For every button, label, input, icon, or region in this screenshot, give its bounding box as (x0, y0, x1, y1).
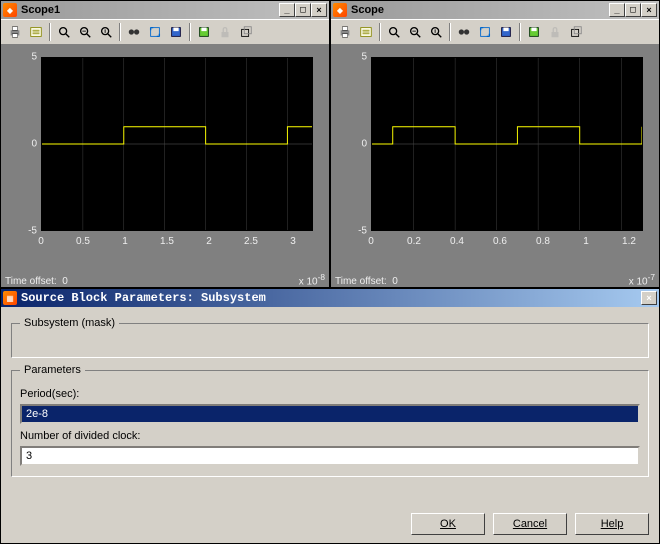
x-exponent: x 10-7 (629, 272, 655, 287)
x-tick: 0.8 (536, 236, 550, 247)
ok-button[interactable]: OK (411, 513, 485, 535)
print-icon[interactable] (5, 22, 25, 42)
y-tick: -5 (9, 226, 37, 237)
close-button[interactable]: × (641, 3, 657, 17)
scope1-plot-area: 5 0 -5 0 0.5 1 1.5 2 2.5 3 Time offset: … (1, 45, 329, 287)
x-tick: 1 (583, 236, 589, 247)
divided-label: Number of divided clock: (20, 430, 640, 442)
x-tick: 1.5 (160, 236, 174, 247)
zoom-in-icon[interactable] (384, 22, 404, 42)
zoom-x-icon[interactable] (75, 22, 95, 42)
period-label: Period(sec): (20, 388, 640, 400)
close-button[interactable]: × (311, 3, 327, 17)
restore-config-icon[interactable] (194, 22, 214, 42)
dialog-title: Source Block Parameters: Subsystem (21, 291, 641, 305)
lock-icon[interactable] (545, 22, 565, 42)
scope-plot-area: 5 0 -5 0 0.2 0.4 0.6 0.8 1 1.2 Time offs… (331, 45, 659, 287)
parameters-legend: Parameters (20, 364, 85, 376)
binoculars-icon[interactable] (124, 22, 144, 42)
maximize-button[interactable]: □ (295, 3, 311, 17)
x-tick: 0 (38, 236, 44, 247)
maximize-button[interactable]: □ (625, 3, 641, 17)
zoom-x-icon[interactable] (405, 22, 425, 42)
scope-toolbar (331, 19, 659, 45)
matlab-icon: ◆ (333, 3, 347, 17)
scope1-toolbar (1, 19, 329, 45)
period-input[interactable] (20, 404, 640, 424)
zoom-y-icon[interactable] (426, 22, 446, 42)
dialog-titlebar[interactable]: ▦ Source Block Parameters: Subsystem × (1, 289, 659, 307)
autoscale-icon[interactable] (475, 22, 495, 42)
time-offset-label: Time offset: 0 (5, 276, 68, 287)
scope-title: Scope (351, 4, 609, 16)
subsystem-group: Subsystem (mask) (11, 317, 649, 358)
parameters-icon[interactable] (356, 22, 376, 42)
x-tick: 0.2 (407, 236, 421, 247)
save-config-icon[interactable] (496, 22, 516, 42)
print-icon[interactable] (335, 22, 355, 42)
zoom-in-icon[interactable] (54, 22, 74, 42)
scope1-window: ◆ Scope1 _ □ × (0, 0, 330, 288)
save-config-icon[interactable] (166, 22, 186, 42)
matlab-icon: ◆ (3, 3, 17, 17)
restore-config-icon[interactable] (524, 22, 544, 42)
divided-input[interactable] (20, 446, 640, 466)
binoculars-icon[interactable] (454, 22, 474, 42)
time-offset-label: Time offset: 0 (335, 276, 398, 287)
help-button[interactable]: Help (575, 513, 649, 535)
float-icon[interactable] (566, 22, 586, 42)
block-parameters-dialog: ▦ Source Block Parameters: Subsystem × S… (0, 288, 660, 544)
x-tick: 1.2 (622, 236, 636, 247)
x-tick: 2.5 (244, 236, 258, 247)
y-tick: 0 (9, 139, 37, 150)
autoscale-icon[interactable] (145, 22, 165, 42)
x-tick: 3 (290, 236, 296, 247)
scope1-title: Scope1 (21, 4, 279, 16)
simulink-icon: ▦ (3, 291, 17, 305)
y-tick: 0 (339, 139, 367, 150)
scope-window: ◆ Scope _ □ × (330, 0, 660, 288)
cancel-button[interactable]: Cancel (493, 513, 567, 535)
y-tick: -5 (339, 226, 367, 237)
x-tick: 2 (206, 236, 212, 247)
scope1-titlebar[interactable]: ◆ Scope1 _ □ × (1, 1, 329, 19)
x-tick: 0.5 (76, 236, 90, 247)
y-tick: 5 (339, 52, 367, 63)
scope-axes[interactable] (371, 57, 643, 231)
parameters-icon[interactable] (26, 22, 46, 42)
parameters-group: Parameters Period(sec): Number of divide… (11, 364, 649, 477)
y-tick: 5 (9, 52, 37, 63)
scope-titlebar[interactable]: ◆ Scope _ □ × (331, 1, 659, 19)
close-button[interactable]: × (641, 291, 657, 305)
zoom-y-icon[interactable] (96, 22, 116, 42)
minimize-button[interactable]: _ (279, 3, 295, 17)
minimize-button[interactable]: _ (609, 3, 625, 17)
x-tick: 1 (122, 236, 128, 247)
scope1-axes[interactable] (41, 57, 313, 231)
x-tick: 0.4 (450, 236, 464, 247)
x-tick: 0.6 (493, 236, 507, 247)
float-icon[interactable] (236, 22, 256, 42)
x-tick: 0 (368, 236, 374, 247)
lock-icon[interactable] (215, 22, 235, 42)
x-exponent: x 10-8 (299, 272, 325, 287)
subsystem-legend: Subsystem (mask) (20, 317, 119, 329)
